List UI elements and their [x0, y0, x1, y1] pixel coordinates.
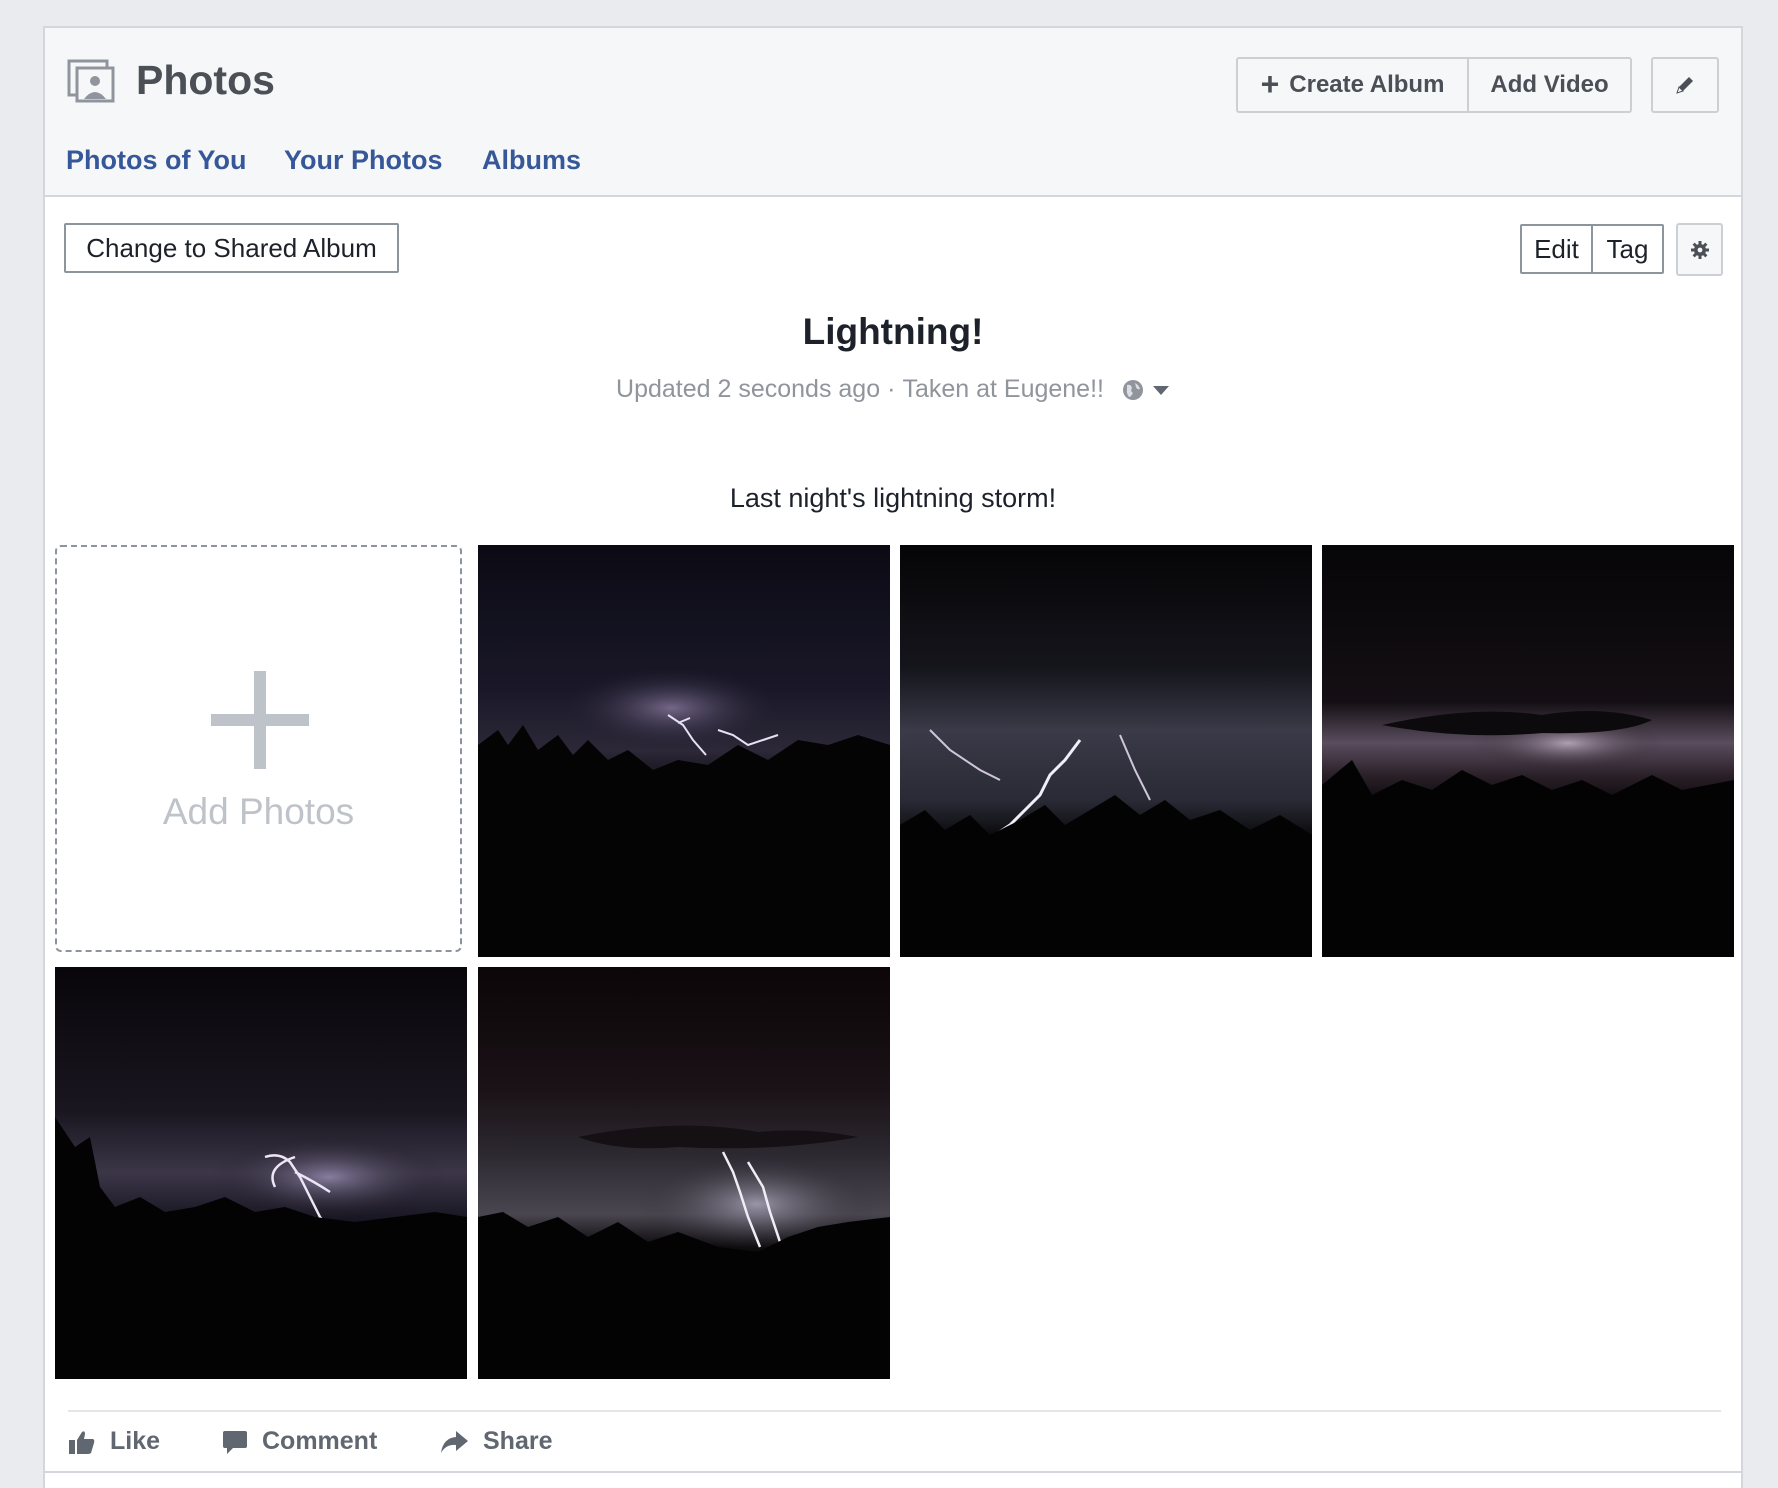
- album-title: Lightning!: [802, 311, 984, 352]
- create-album-button[interactable]: + Create Album: [1236, 57, 1469, 113]
- bottom-divider: [45, 1471, 1741, 1473]
- gear-icon: [1690, 240, 1709, 259]
- lightning-photo-image: [478, 967, 890, 1379]
- comment-label: Comment: [262, 1427, 378, 1455]
- actions-divider: [68, 1410, 1721, 1412]
- settings-button[interactable]: [1676, 223, 1723, 276]
- plus-icon: +: [1260, 65, 1280, 102]
- photos-panel: Photos Photos of You Your Photos Albums …: [43, 26, 1743, 1488]
- photo-thumbnail[interactable]: [900, 545, 1312, 957]
- change-to-shared-album-button[interactable]: Change to Shared Album: [64, 223, 399, 273]
- add-photos-label: Add Photos: [162, 791, 355, 832]
- share-button[interactable]: Share: [439, 1427, 552, 1456]
- album-location[interactable]: Taken at Eugene!!: [902, 375, 1104, 404]
- photo-thumbnail[interactable]: [1322, 545, 1734, 957]
- photo-thumbnail[interactable]: [478, 967, 890, 1379]
- updated-time: Updated 2 seconds ago: [616, 375, 881, 403]
- edit-button[interactable]: [1651, 57, 1719, 113]
- thumbs-up-icon: [69, 1430, 95, 1454]
- like-label: Like: [110, 1427, 161, 1455]
- lightning-photo-image: [478, 545, 890, 957]
- comment-button[interactable]: Comment: [222, 1427, 377, 1456]
- tag-button[interactable]: Tag: [1591, 224, 1664, 274]
- create-album-label: Create Album: [1289, 71, 1445, 98]
- share-arrow-icon: [441, 1430, 468, 1453]
- plus-icon: [211, 671, 309, 769]
- photos-icon: [67, 59, 115, 103]
- photo-thumbnail[interactable]: [55, 967, 467, 1379]
- globe-icon: [1122, 379, 1143, 400]
- add-video-button[interactable]: Add Video: [1467, 57, 1632, 113]
- lightning-photo-image: [900, 545, 1312, 957]
- page-title: Photos: [136, 57, 275, 103]
- album-description: Last night's lightning storm!: [729, 483, 1057, 513]
- share-label: Share: [483, 1427, 553, 1455]
- album-meta: Updated 2 seconds ago · Taken at Eugene!…: [45, 375, 1741, 404]
- chevron-down-icon[interactable]: [1152, 384, 1170, 396]
- lightning-photo-image: [55, 967, 467, 1379]
- tab-photos-of-you[interactable]: Photos of You: [66, 145, 246, 176]
- pencil-icon: [1676, 77, 1693, 94]
- photo-thumbnail[interactable]: [478, 545, 890, 957]
- edit-album-button[interactable]: Edit: [1520, 224, 1593, 274]
- photos-header: Photos Photos of You Your Photos Albums …: [45, 28, 1741, 197]
- like-button[interactable]: Like: [68, 1427, 160, 1456]
- comment-icon: [223, 1430, 247, 1454]
- lightning-photo-image: [1322, 545, 1734, 957]
- add-photos-tile[interactable]: Add Photos: [55, 545, 462, 952]
- meta-separator: ·: [887, 375, 896, 403]
- tab-your-photos[interactable]: Your Photos: [284, 145, 443, 176]
- tab-albums[interactable]: Albums: [482, 145, 581, 176]
